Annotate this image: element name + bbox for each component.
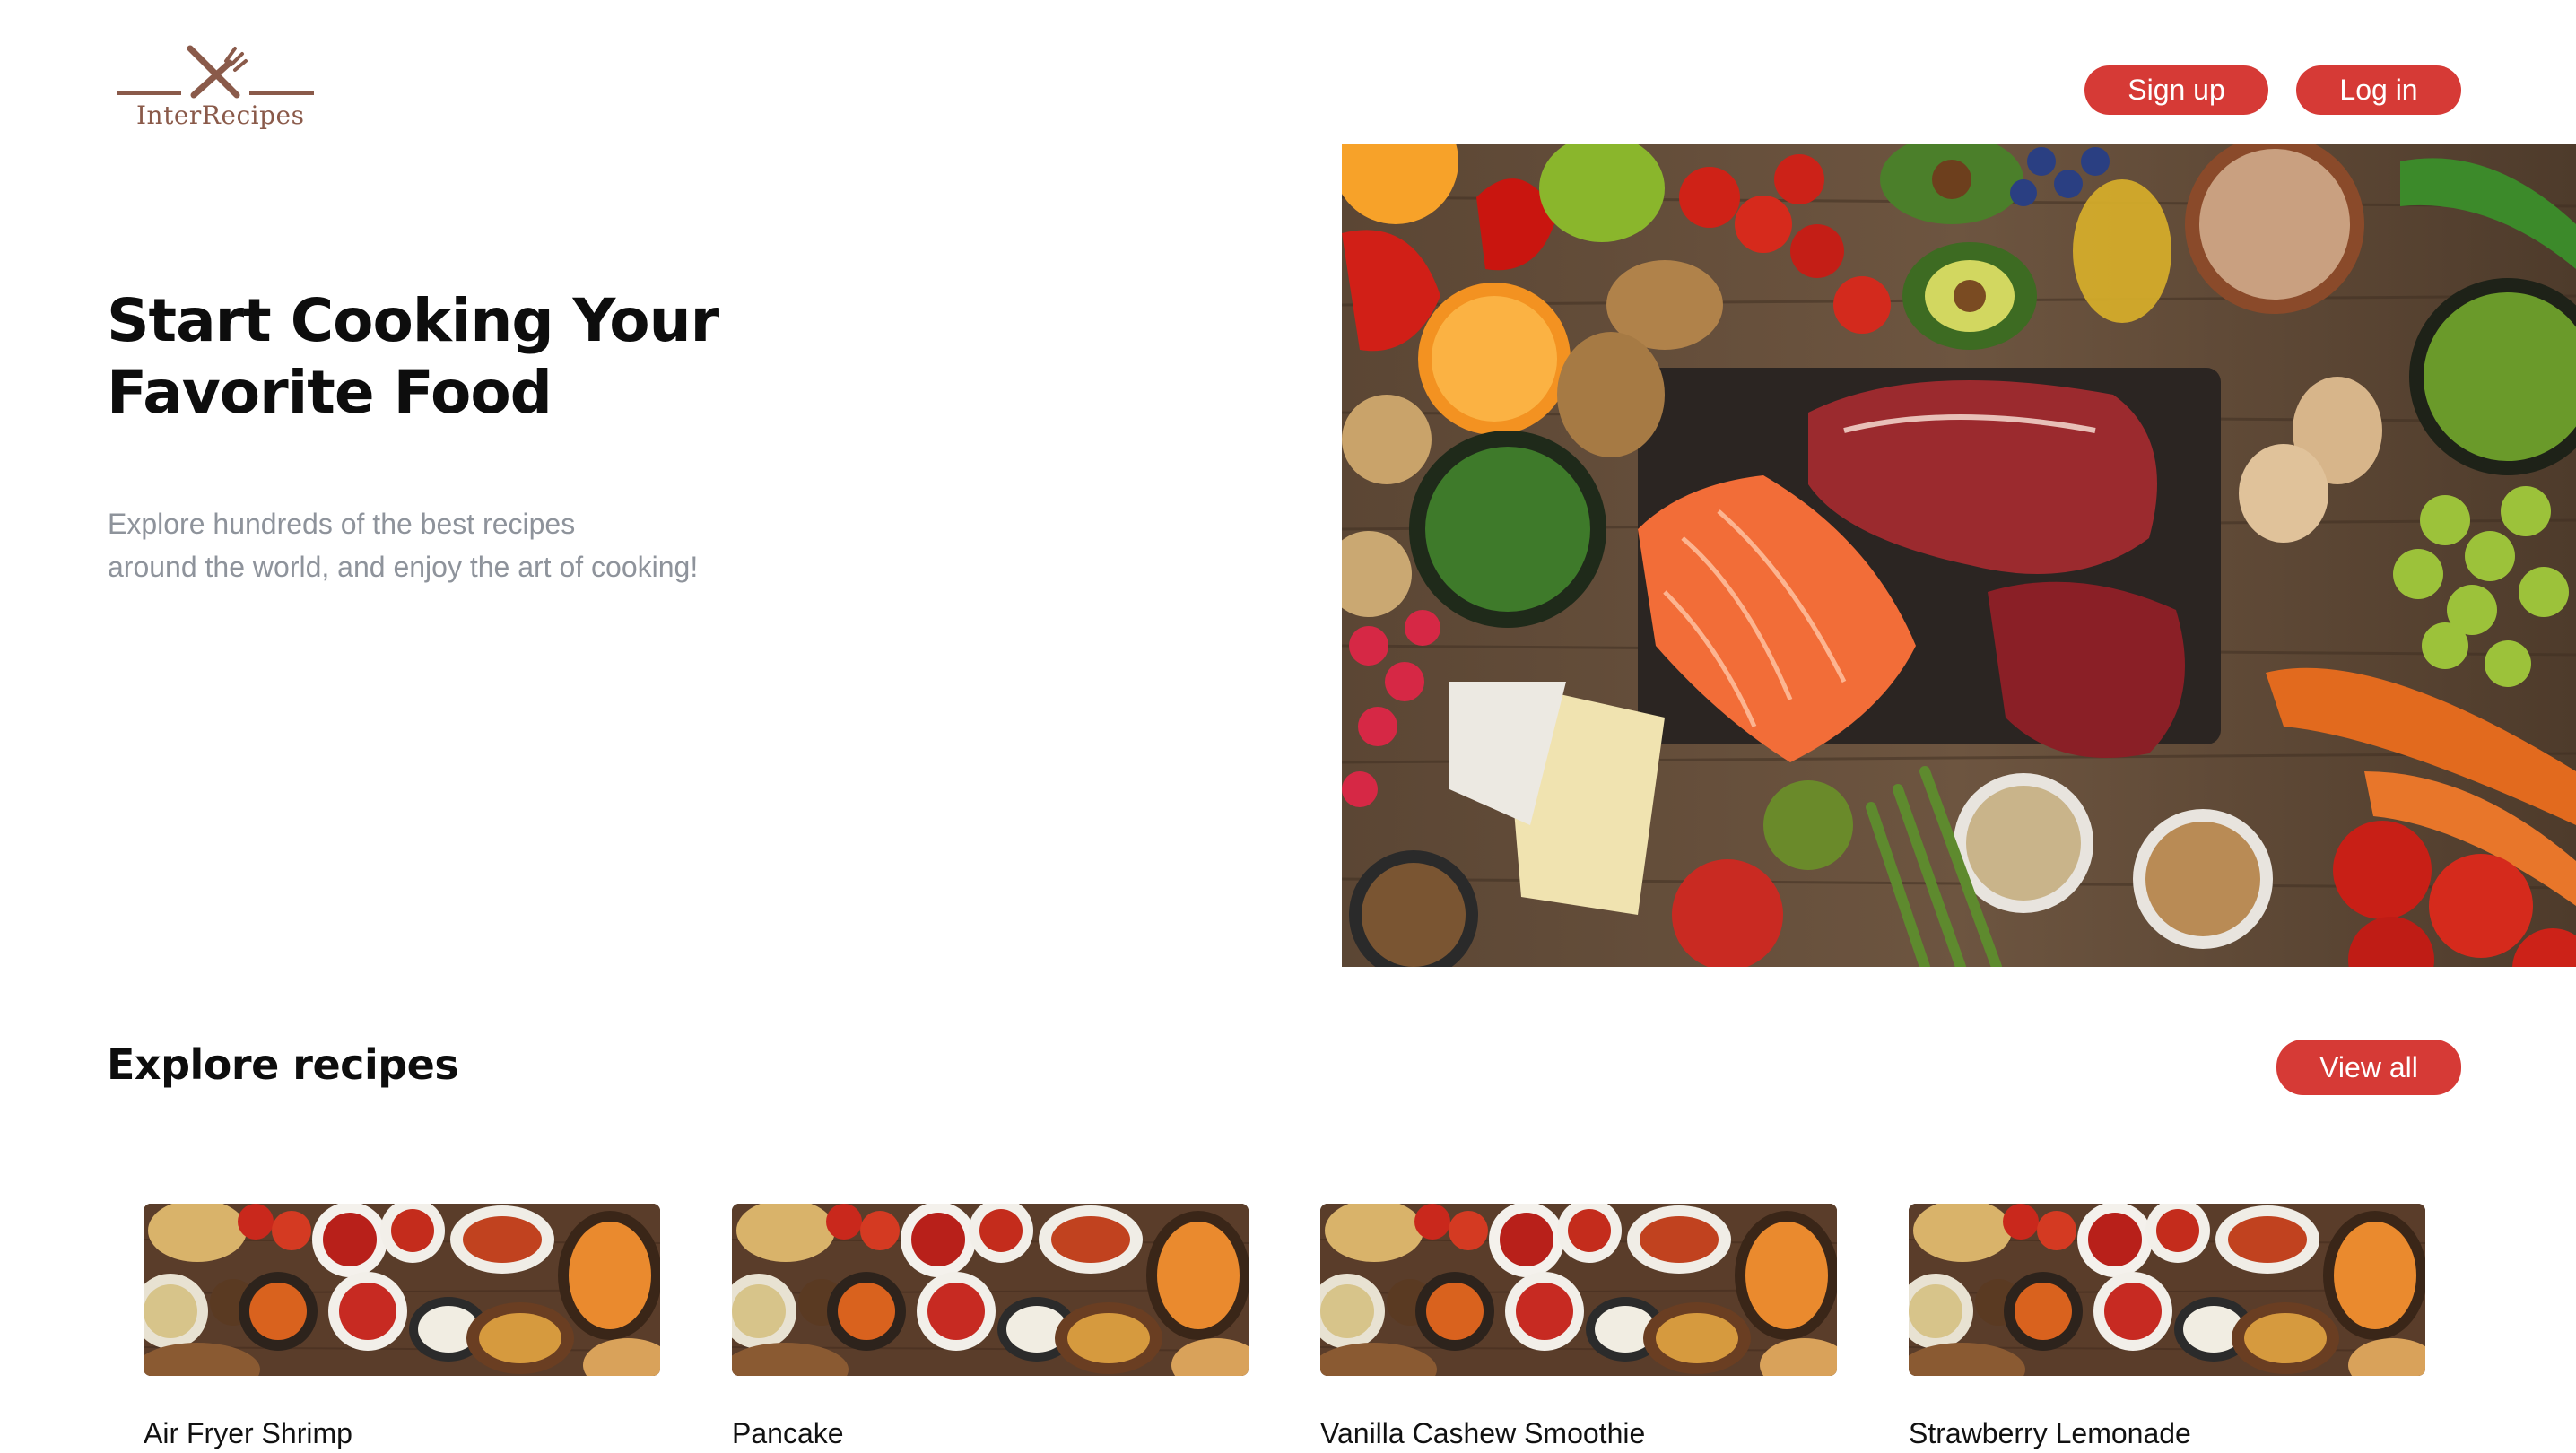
- hero-subtitle: Explore hundreds of the best recipes aro…: [108, 502, 789, 588]
- dishes-illustration: [1909, 1204, 2425, 1376]
- recipe-title[interactable]: Strawberry Lemonade: [1909, 1417, 2425, 1450]
- recipe-card[interactable]: Vanilla Cashew Smoothie: [1320, 1204, 1837, 1449]
- recipe-title[interactable]: Air Fryer Shrimp: [144, 1417, 660, 1450]
- crossed-fork-knife-icon: [117, 45, 314, 99]
- recipe-title[interactable]: Pancake: [732, 1417, 1249, 1450]
- recipe-image[interactable]: [144, 1204, 660, 1376]
- section-title: Explore recipes: [107, 1040, 459, 1089]
- recipe-image[interactable]: [732, 1204, 1249, 1376]
- recipe-title[interactable]: Vanilla Cashew Smoothie: [1320, 1417, 1837, 1450]
- hero-subtitle-line: Explore hundreds of the best recipes: [108, 508, 576, 540]
- hero-subtitle-line: around the world, and enjoy the art of c…: [108, 551, 699, 583]
- dishes-illustration: [732, 1204, 1249, 1376]
- view-all-button[interactable]: View all: [2276, 1040, 2461, 1095]
- recipe-card[interactable]: Air Fryer Shrimp: [144, 1204, 660, 1449]
- recipe-image[interactable]: [1909, 1204, 2425, 1376]
- recipe-image[interactable]: [1320, 1204, 1837, 1376]
- hero-ingredients-image: [1342, 144, 2576, 967]
- hero-title: Start Cooking Your Favorite Food: [107, 286, 719, 427]
- dishes-illustration: [1320, 1204, 1837, 1376]
- log-in-button[interactable]: Log in: [2296, 65, 2461, 115]
- logo-wordmark: InterRecipes: [136, 100, 305, 130]
- recipe-card[interactable]: Strawberry Lemonade: [1909, 1204, 2425, 1449]
- sign-up-button[interactable]: Sign up: [2084, 65, 2268, 115]
- dishes-illustration: [144, 1204, 660, 1376]
- site-logo[interactable]: InterRecipes: [111, 43, 319, 136]
- recipe-card[interactable]: Pancake: [732, 1204, 1249, 1449]
- ingredients-illustration: [1342, 144, 2576, 967]
